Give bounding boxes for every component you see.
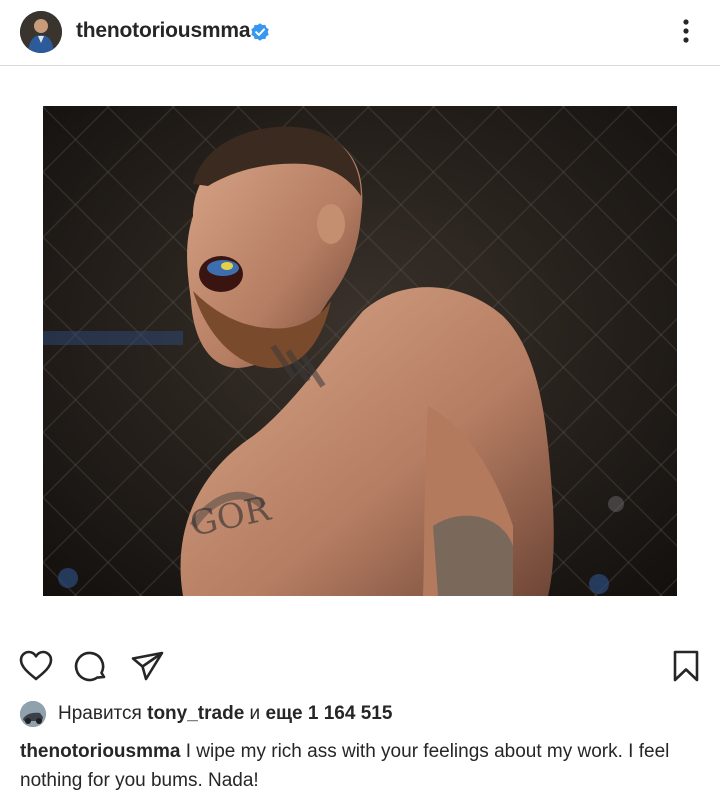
author-avatar[interactable] [20,11,62,53]
likes-connector: и [249,703,261,724]
likes-prefix: Нравится [58,703,142,724]
caption-author[interactable]: thenotoriousmma [20,741,180,762]
more-vertical-icon[interactable] [672,17,700,47]
paper-plane-icon [131,651,164,681]
liker-username[interactable]: tony_trade [147,703,244,724]
heart-icon [19,650,53,681]
likes-row: Нравится tony_trade и еще 1 164 515 [20,701,710,727]
bookmark-icon [673,650,699,682]
comment-icon [74,651,106,682]
likes-count[interactable]: еще 1 164 515 [265,703,392,724]
post-header: thenotoriousmma [0,0,720,66]
post-caption: thenotoriousmma I wipe my rich ass with … [20,737,710,795]
comment-button[interactable] [73,648,109,684]
verified-badge-icon [249,21,271,43]
share-button[interactable] [129,648,165,684]
like-button[interactable] [18,648,54,684]
liker-avatar[interactable] [20,701,46,727]
save-button[interactable] [668,648,704,684]
post-photo[interactable]: GOR [43,106,677,596]
likes-summary[interactable]: Нравится tony_trade и еще 1 164 515 [58,703,392,725]
author-username[interactable]: thenotoriousmma [76,19,251,43]
